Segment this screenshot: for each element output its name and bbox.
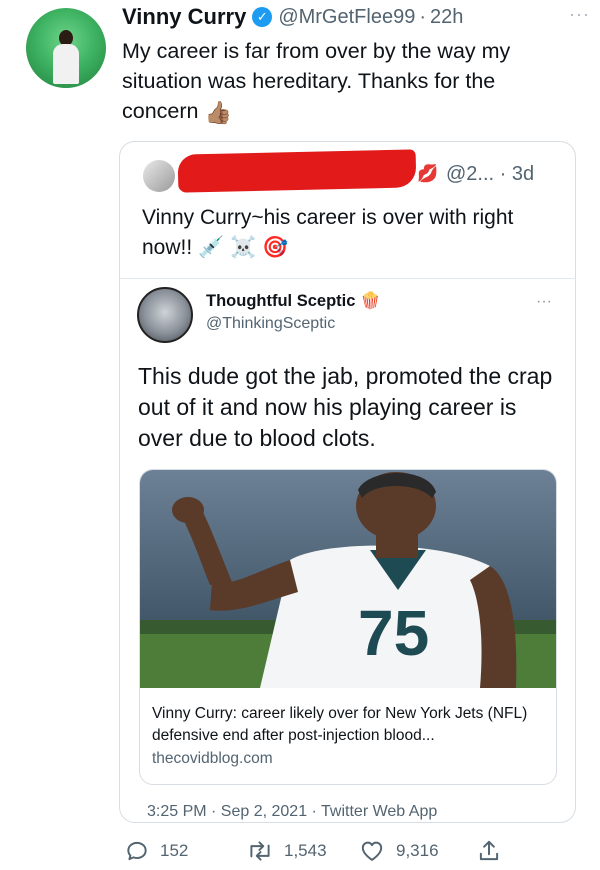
time-ago[interactable]: 22h [430,6,463,29]
author-name[interactable]: Vinny Curry [122,4,246,30]
popcorn-icon: 🍿 [360,292,381,310]
nested-author-avatar[interactable] [137,287,193,343]
like-icon [361,841,383,861]
quoted-tweet-text: Vinny Curry~his career is over with righ… [142,203,562,263]
nested-more-icon[interactable]: ··· [536,293,552,311]
retweet-count: 1,543 [284,841,327,860]
quoted-handle-time[interactable]: @2... · 3d [446,163,534,186]
tweet-text-body: My career is far from over by the way my… [122,39,511,123]
quote-divider [119,278,576,279]
retweet-button[interactable]: 1,543 [246,838,327,864]
tweet-text: My career is far from over by the way my… [122,36,572,128]
redaction-scribble [177,149,417,193]
more-icon[interactable]: ··· [569,4,590,25]
nested-author-name[interactable]: Thoughtful Sceptic 🍿 [206,292,381,311]
card-title: Vinny Curry: career likely over for New … [152,705,528,744]
author-handle[interactable]: @MrGetFlee99 [278,6,415,29]
syringe-skull-target-icons: 💉 ☠️ 🎯 [198,236,289,259]
author-avatar[interactable] [26,8,106,88]
link-card[interactable]: 75 Vinny Curry: career likely over for N… [139,469,557,785]
nested-author-handle[interactable]: @ThinkingSceptic [206,315,335,333]
tweet-header: Vinny Curry ✓ @MrGetFlee99 · 22h [122,2,592,32]
card-photo: 75 [140,470,556,688]
reply-button[interactable]: 152 [124,838,188,864]
nested-tweet-text: This dude got the jab, promoted the crap… [138,363,553,451]
card-domain: thecovidblog.com [152,750,273,767]
reply-count: 152 [160,841,189,860]
avatar-figure-body [53,44,79,84]
share-icon [479,840,499,861]
quoted-author-avatar[interactable] [143,160,175,192]
nested-author-name-text: Thoughtful Sceptic [206,292,356,310]
thumbs-up-icon: 👍🏽 [204,100,232,125]
tweet-timestamp[interactable]: 3:25 PM · Sep 2, 2021 · Twitter Web App [147,803,437,821]
like-count: 9,316 [396,841,439,860]
share-button[interactable] [476,838,512,864]
separator-dot: · [419,5,426,28]
retweet-icon [250,841,270,861]
lips-emoji-icon: 💋 [417,164,439,183]
reply-icon [127,841,147,861]
jersey-number: 75 [358,597,429,669]
action-bar: 152 1,543 9,316 [122,838,592,868]
verified-icon: ✓ [252,7,273,27]
like-button[interactable]: 9,316 [358,838,439,864]
